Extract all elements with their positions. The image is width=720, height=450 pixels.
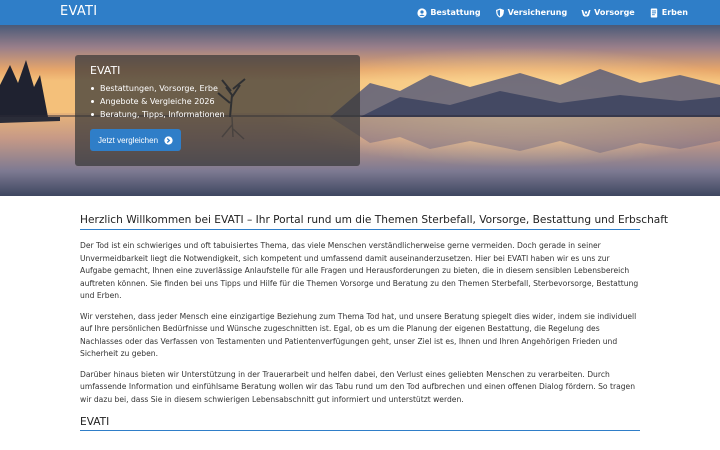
hero-banner: EVATI Bestattungen, Vorsorge, Erbe Angeb… xyxy=(0,25,720,196)
section-heading: EVATI xyxy=(80,416,640,431)
nav-item-label: Vorsorge xyxy=(594,8,635,17)
nav-item-label: Erben xyxy=(661,8,688,17)
user-circle-icon xyxy=(417,7,427,18)
brand-logo[interactable]: EVATI xyxy=(60,4,97,19)
nav-item-bestattung[interactable]: Bestattung xyxy=(417,7,481,18)
main-content: Herzlich Willkommen bei EVATI – Ihr Port… xyxy=(80,214,668,431)
main-nav: Bestattung Versicherung Vorsorge Erben xyxy=(403,0,688,25)
shield-icon xyxy=(495,8,505,18)
content-paragraph: Wir verstehen, dass jeder Mensch eine ei… xyxy=(80,311,637,359)
nav-item-vorsorge[interactable]: Vorsorge xyxy=(581,8,635,18)
nav-item-label: Bestattung xyxy=(430,8,481,17)
hands-icon xyxy=(581,8,591,18)
hero-bullet-list: Bestattungen, Vorsorge, Erbe Angebote & … xyxy=(90,82,345,121)
hero-bullet: Angebote & Vergleiche 2026 xyxy=(90,95,345,108)
content-paragraph: Darüber hinaus bieten wir Unterstützung … xyxy=(80,369,636,404)
intro-paragraph: Der Tod ist ein schwieriges und oft tabu… xyxy=(80,241,639,300)
nav-item-erben[interactable]: Erben xyxy=(649,8,688,18)
compare-now-label: Jetzt vergleichen xyxy=(98,135,159,145)
nav-item-label: Versicherung xyxy=(507,8,568,17)
hero-title: EVATI xyxy=(90,64,121,77)
document-icon xyxy=(649,8,659,18)
arrow-circle-right-icon xyxy=(164,135,173,145)
nav-item-versicherung[interactable]: Versicherung xyxy=(495,8,568,18)
hero-bullet: Beratung, Tipps, Informationen xyxy=(90,108,345,121)
hero-info-box: EVATI Bestattungen, Vorsorge, Erbe Angeb… xyxy=(75,55,360,166)
page-title: Herzlich Willkommen bei EVATI – Ihr Port… xyxy=(80,214,668,230)
compare-now-button[interactable]: Jetzt vergleichen xyxy=(90,129,182,151)
top-navbar: EVATI Bestattung Versicherung Vorsorge E… xyxy=(0,0,720,25)
hero-bullet: Bestattungen, Vorsorge, Erbe xyxy=(90,82,345,95)
